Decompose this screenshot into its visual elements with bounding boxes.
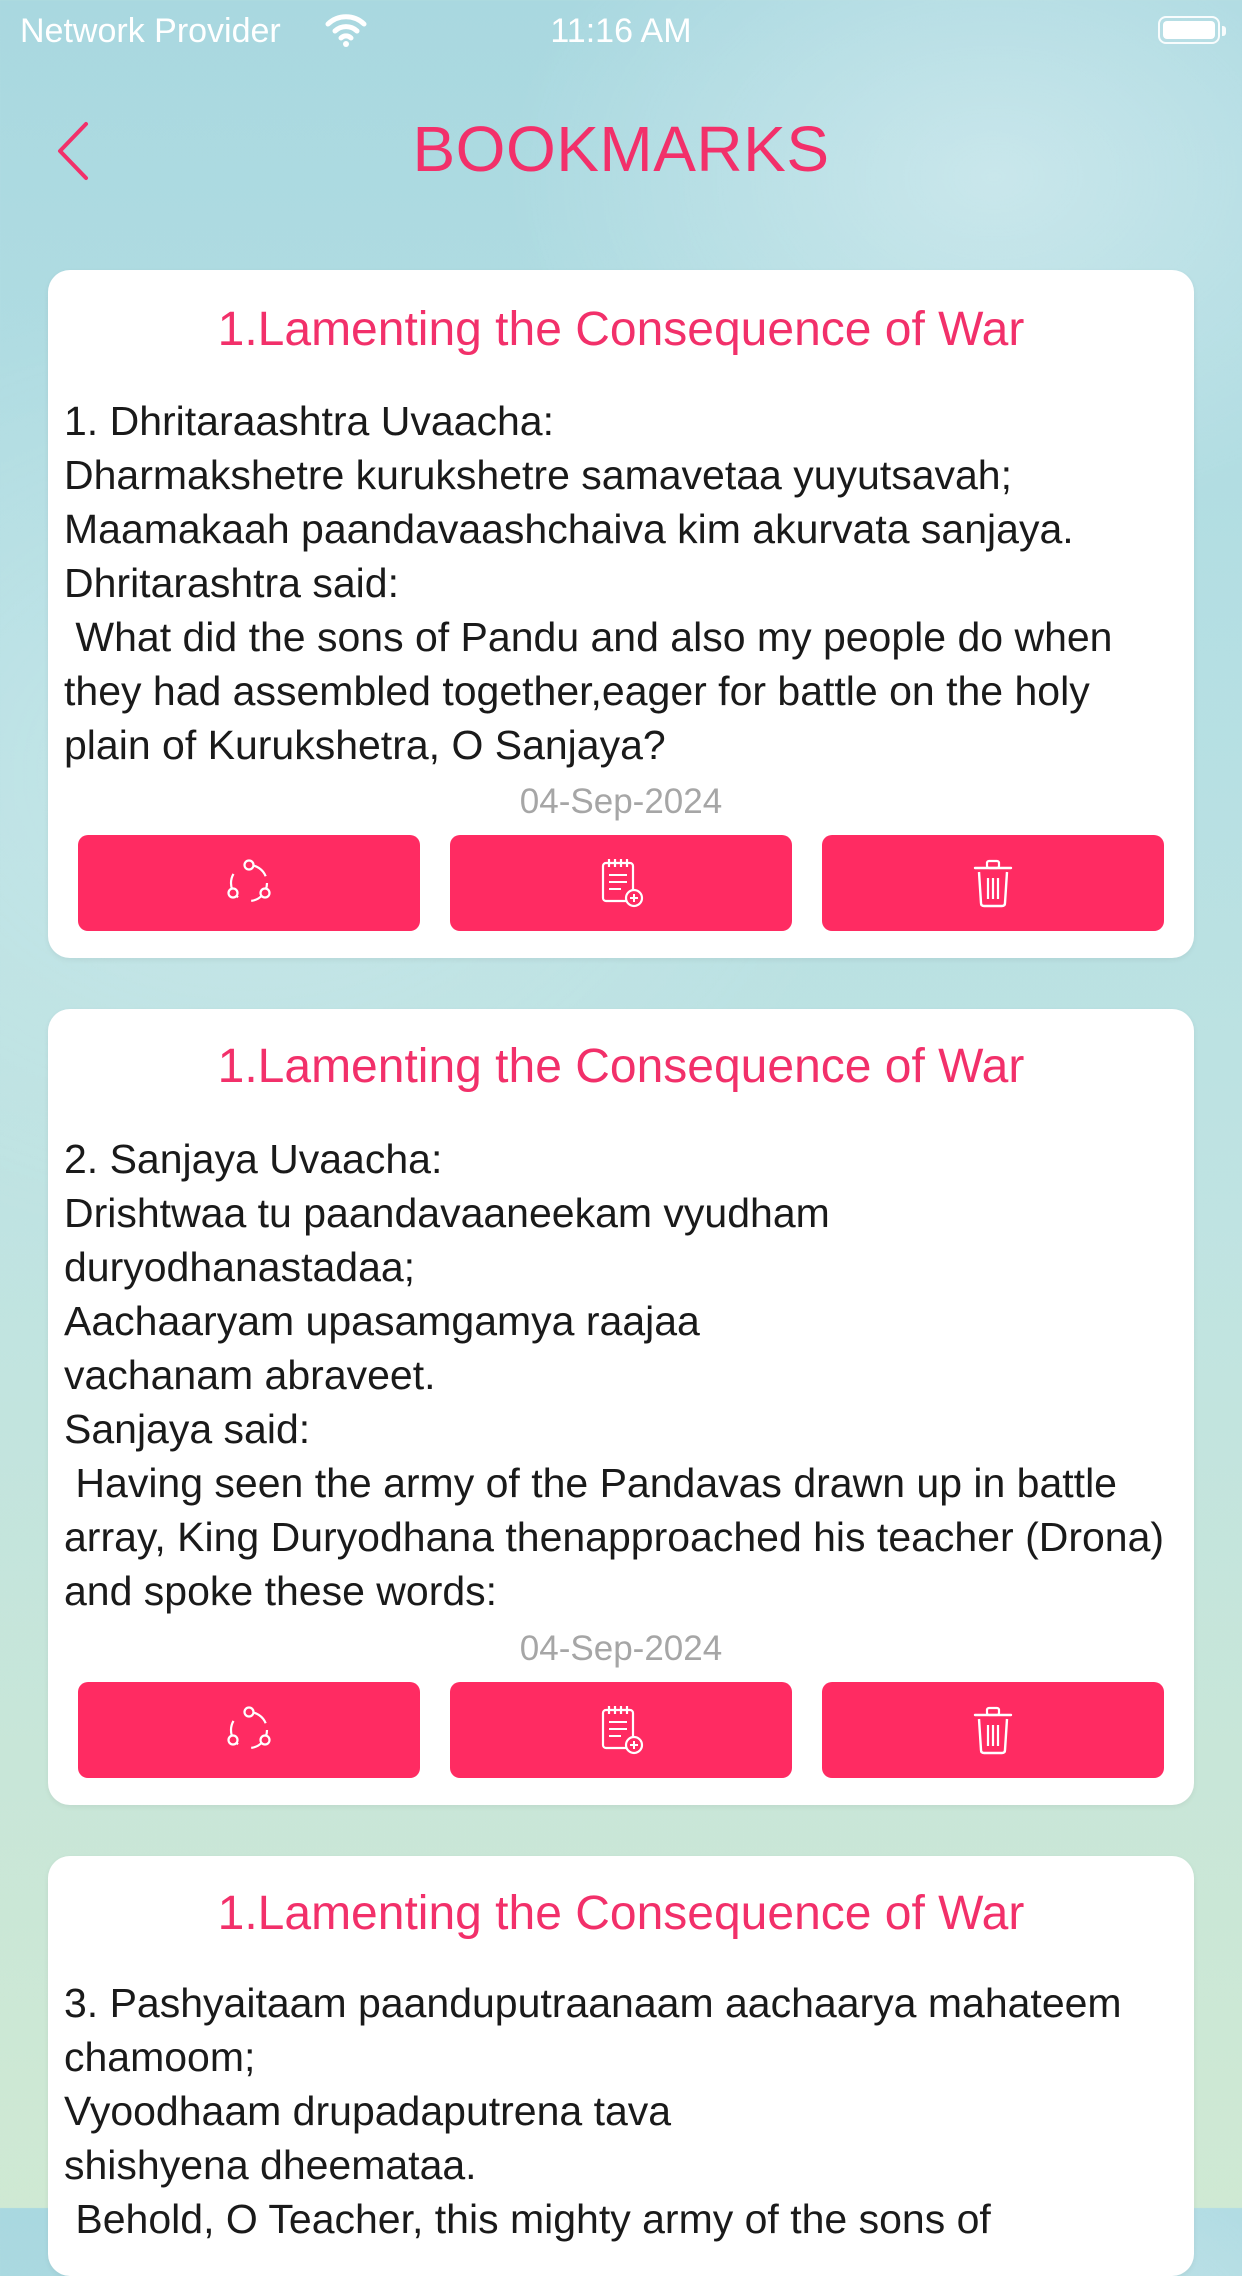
delete-button[interactable] xyxy=(822,1682,1164,1778)
chapter-title: 1.Lamenting the Consequence of War xyxy=(217,1040,1025,1093)
delete-button[interactable] xyxy=(822,835,1164,931)
add-note-button[interactable] xyxy=(450,1682,792,1778)
add-note-icon xyxy=(601,859,644,908)
chapter-title: 1.Lamenting the Consequence of War xyxy=(217,303,1025,356)
verse-text: 2. Sanjaya Uvaacha: Drishtwaa tu paandav… xyxy=(64,1136,1165,1614)
add-note-button[interactable] xyxy=(450,835,792,931)
navigation-bar: BOOKMARKS xyxy=(0,100,1242,200)
share-button[interactable] xyxy=(78,1682,420,1778)
add-note-icon xyxy=(601,1706,644,1755)
share-button[interactable] xyxy=(78,835,420,931)
battery-icon xyxy=(1158,16,1226,44)
verse-text: 3. Pashyaitaam paanduputraanaam aachaary… xyxy=(64,1980,1122,2242)
bookmark-date: 04-Sep-2024 xyxy=(519,782,723,821)
bookmark-card: 1.Lamenting the Consequence of War 3. Pa… xyxy=(48,1856,1194,2276)
share-icon xyxy=(227,859,271,903)
bookmark-card: 1.Lamenting the Consequence of War 2. Sa… xyxy=(48,1009,1194,1805)
chapter-title: 1.Lamenting the Consequence of War xyxy=(217,1887,1025,1940)
status-bar: Network Provider 11:16 AM xyxy=(0,0,1242,64)
share-icon xyxy=(227,1706,271,1750)
verse-text: 1. Dhritaraashtra Uvaacha: Dharmakshetre… xyxy=(64,398,1113,768)
bookmark-date: 04-Sep-2024 xyxy=(519,1629,723,1668)
trash-icon xyxy=(973,859,1013,908)
clock: 11:16 AM xyxy=(550,12,692,50)
trash-icon xyxy=(973,1706,1013,1755)
page-title: BOOKMARKS xyxy=(412,113,830,185)
bookmark-card: 1.Lamenting the Consequence of War 1. Dh… xyxy=(48,270,1194,958)
